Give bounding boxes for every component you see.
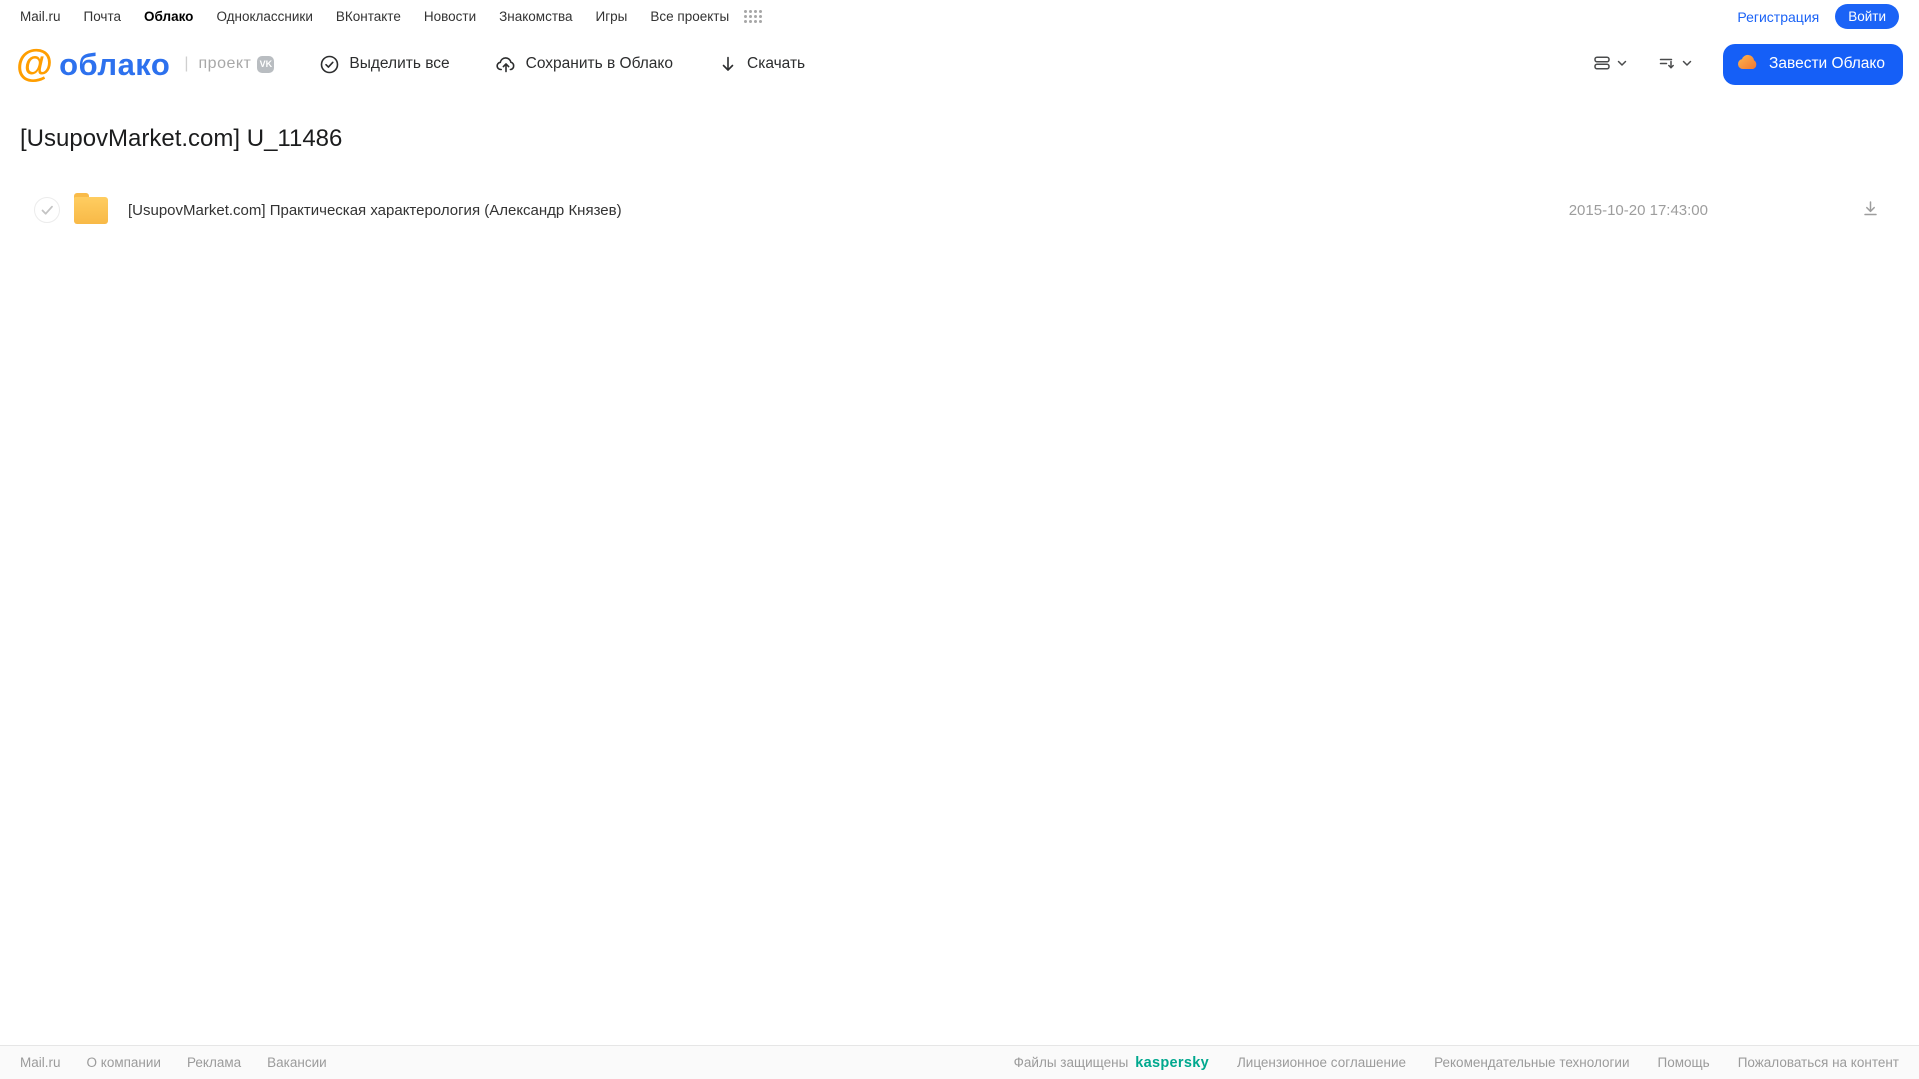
main-content: [UsupovMarket.com] U_11486 [UsupovMarket… [0,125,1919,235]
chevron-down-icon [1616,57,1628,72]
footer: Mail.ru О компании Реклама Вакансии Файл… [0,1045,1919,1079]
footer-link-help[interactable]: Помощь [1658,1055,1710,1070]
row-checkbox[interactable] [34,197,60,223]
toolbar-actions: Выделить все Сохранить в Облако Скачать [318,49,849,80]
sort-dropdown[interactable] [1654,50,1697,79]
sort-icon [1658,54,1676,75]
save-to-cloud-label: Сохранить в Облако [525,55,673,72]
page-title: [UsupovMarket.com] U_11486 [20,125,343,152]
download-label: Скачать [747,55,806,72]
view-mode-dropdown[interactable] [1589,50,1632,79]
file-name[interactable]: [UsupovMarket.com] Практическая характер… [128,202,622,219]
footer-link-about[interactable]: О компании [87,1055,161,1070]
topbar-auth-area: Регистрация Войти [1737,4,1899,29]
check-circle-icon [320,55,339,74]
download-button[interactable]: Скачать [717,49,807,80]
logo-separator: | [184,55,189,72]
mailru-at-icon: @ [16,43,54,85]
download-icon [1862,200,1879,220]
portal-link-mail[interactable]: Почта [84,9,122,24]
file-list: [UsupovMarket.com] Практическая характер… [0,185,1919,235]
portal-link-odnoklassniki[interactable]: Одноклассники [216,9,312,24]
login-button[interactable]: Войти [1835,4,1899,29]
portal-link-mailru[interactable]: Mail.ru [20,9,61,24]
kaspersky-logo[interactable]: kaspersky [1135,1055,1209,1071]
file-row-meta: 2015-10-20 17:43:00 [1569,196,1883,224]
vk-icon: VK [257,55,275,73]
file-date: 2015-10-20 17:43:00 [1568,201,1708,219]
save-to-cloud-button[interactable]: Сохранить в Облако [494,49,675,80]
list-view-icon [1593,54,1611,75]
all-projects-grid-icon[interactable] [744,10,763,23]
portal-link-news[interactable]: Новости [424,9,476,24]
cloud-toolbar: @ облако | проект VK Выделить все Сохран… [0,33,1919,95]
footer-left-links: Mail.ru О компании Реклама Вакансии [20,1055,327,1070]
row-download-button[interactable] [1858,196,1883,224]
download-icon [719,55,737,74]
create-cloud-label: Завести Облако [1769,55,1885,72]
chevron-down-icon [1681,57,1693,72]
cloud-icon [1737,54,1759,75]
footer-link-jobs[interactable]: Вакансии [267,1055,327,1070]
footer-link-license[interactable]: Лицензионное соглашение [1237,1055,1406,1070]
portal-topbar: Mail.ru Почта Облако Одноклассники ВКонт… [0,0,1919,33]
portal-link-all-projects[interactable]: Все проекты [650,9,729,24]
vk-project-badge: | проект VK [184,55,275,73]
cloud-upload-icon [496,55,516,74]
kaspersky-protection: Файлы защищены kaspersky [1014,1055,1209,1071]
portal-link-games[interactable]: Игры [596,9,628,24]
toolbar-view-controls: Завести Облако [1589,43,1903,85]
folder-icon [74,192,108,224]
create-cloud-button[interactable]: Завести Облако [1723,43,1903,85]
register-link[interactable]: Регистрация [1737,9,1819,25]
files-protected-label: Файлы защищены [1013,1055,1129,1070]
cloud-logo-text: облако [59,46,171,82]
project-label: проект [198,55,252,72]
cloud-logo[interactable]: @ облако [16,45,170,83]
footer-link-report[interactable]: Пожаловаться на контент [1738,1055,1899,1070]
select-all-button[interactable]: Выделить все [318,49,451,80]
portal-link-cloud[interactable]: Облако [144,9,193,24]
footer-link-mailru[interactable]: Mail.ru [20,1055,61,1070]
portal-link-vkontakte[interactable]: ВКонтакте [336,9,401,24]
footer-right-links: Файлы защищены kaspersky Лицензионное со… [1014,1055,1899,1071]
file-row[interactable]: [UsupovMarket.com] Практическая характер… [16,185,1903,235]
portal-link-dating[interactable]: Знакомства [499,9,572,24]
footer-link-ads[interactable]: Реклама [187,1055,241,1070]
footer-link-recommendations[interactable]: Рекомендательные технологии [1434,1055,1629,1070]
select-all-label: Выделить все [349,55,450,72]
